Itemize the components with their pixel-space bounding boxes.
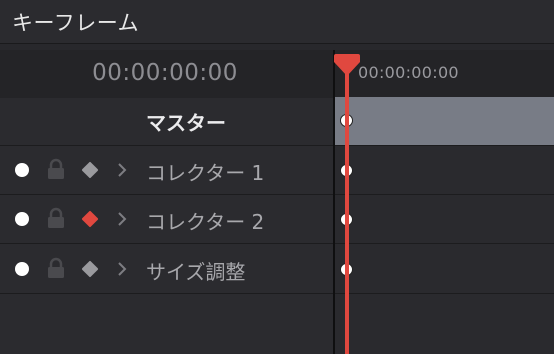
master-track-bar[interactable]: [335, 97, 554, 145]
chevron-right-icon[interactable]: [115, 161, 129, 179]
lock-icon[interactable]: [45, 158, 67, 180]
master-label: マスター: [146, 111, 226, 135]
playhead-handle[interactable]: [332, 54, 362, 78]
white-dot-icon[interactable]: [15, 262, 29, 276]
track-label: コレクター 1: [146, 161, 265, 185]
playhead-line[interactable]: [345, 60, 349, 354]
chevron-right-icon[interactable]: [115, 260, 129, 278]
chevron-right-icon[interactable]: [115, 210, 129, 228]
panel-title: キーフレーム: [12, 11, 140, 35]
white-dot-icon[interactable]: [15, 212, 29, 226]
keyframes-panel: キーフレーム 00:00:00:00 00:00:00:00 マスター コレクタ…: [0, 0, 554, 354]
track-label: コレクター 2: [146, 210, 265, 234]
track-label: サイズ調整: [146, 260, 246, 284]
white-dot-icon[interactable]: [15, 163, 29, 177]
column-divider[interactable]: [333, 50, 335, 354]
lock-icon[interactable]: [45, 257, 67, 279]
ruler-timecode: 00:00:00:00: [358, 63, 459, 82]
lock-icon[interactable]: [45, 207, 67, 229]
current-timecode[interactable]: 00:00:00:00: [0, 60, 330, 86]
